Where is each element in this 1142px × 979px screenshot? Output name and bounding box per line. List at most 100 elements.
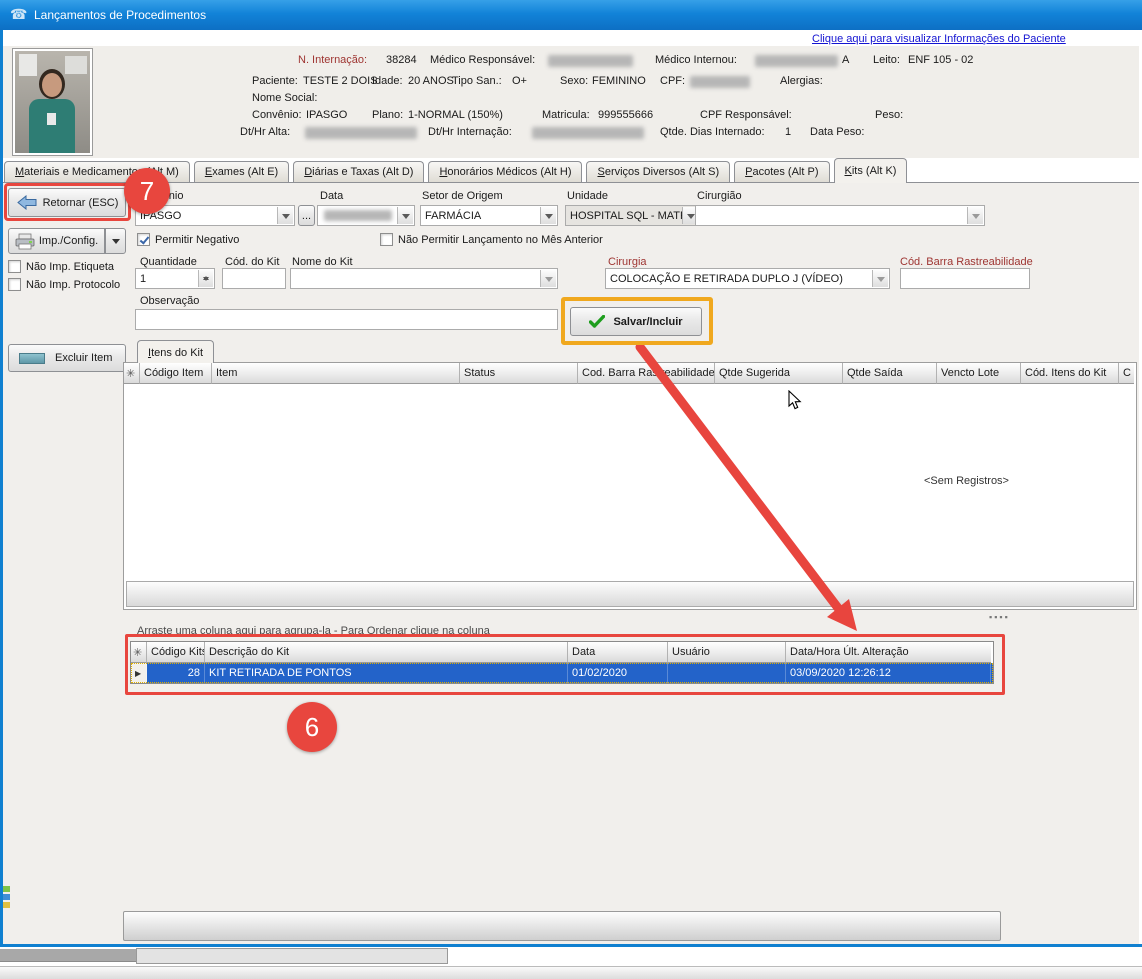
convenio-header-label: Convênio: xyxy=(252,109,302,121)
cpf-value-redacted xyxy=(690,76,750,88)
tab-strip: Materiais e Medicamentos (Alt M) Exames … xyxy=(4,158,1138,183)
desktop-speck xyxy=(3,902,10,908)
chevron-down-icon[interactable] xyxy=(540,270,556,287)
imp-config-dropdown-button[interactable] xyxy=(105,228,126,254)
cirurgia-combobox[interactable]: COLOCAÇÃO E RETIRADA DUPLO J (VÍDEO) xyxy=(605,268,890,289)
paciente-label: Paciente: xyxy=(252,75,298,87)
spinner-buttons[interactable] xyxy=(198,270,213,287)
plano-value: 1-NORMAL (150%) xyxy=(408,109,503,121)
nao-imp-etiqueta-label: Não Imp. Etiqueta xyxy=(26,261,114,273)
medico-responsavel-value-redacted xyxy=(548,55,633,67)
desktop-speck xyxy=(3,886,10,892)
cpf-label: CPF: xyxy=(660,75,685,87)
data-value-redacted xyxy=(324,210,392,221)
sexo-value: FEMININO xyxy=(592,75,646,87)
annotation-circle-6: 6 xyxy=(287,702,337,752)
cirurgia-label: Cirurgia xyxy=(608,256,647,268)
medico-internou-suffix: A xyxy=(842,54,849,66)
printer-icon xyxy=(15,233,35,250)
taskbar-fragment-light xyxy=(136,948,448,964)
column-header-clipped[interactable]: C xyxy=(1119,363,1134,384)
nome-social-label: Nome Social: xyxy=(252,92,317,104)
dthr-alta-value-redacted xyxy=(305,127,417,139)
taskbar-fragment-dark xyxy=(0,949,136,962)
observacao-input[interactable] xyxy=(135,309,558,330)
cirurgiao-label: Cirurgião xyxy=(697,190,742,202)
nao-imp-etiqueta-checkbox[interactable] xyxy=(8,260,21,273)
column-header-vencto-lote[interactable]: Vencto Lote xyxy=(937,363,1021,384)
matricula-value: 999555666 xyxy=(598,109,653,121)
itens-kit-grid-scrollbar[interactable] xyxy=(126,581,1134,607)
column-header-status[interactable]: Status xyxy=(460,363,578,384)
column-header-codigo-item[interactable]: Código Item xyxy=(140,363,212,384)
dthr-internacao-label: Dt/Hr Internação: xyxy=(428,126,512,138)
tab-kits[interactable]: Kits (Alt K) xyxy=(834,158,908,183)
window-title: Lançamentos de Procedimentos xyxy=(34,8,206,22)
setor-origem-combobox[interactable]: FARMÁCIA xyxy=(420,205,558,226)
bottom-scrollbar[interactable] xyxy=(123,911,1001,941)
medico-responsavel-label: Médico Responsável: xyxy=(430,54,535,66)
n-internacao-value: 38284 xyxy=(386,54,417,66)
nome-kit-label: Nome do Kit xyxy=(292,256,353,268)
n-internacao-label: N. Internação: xyxy=(298,54,367,66)
plano-label: Plano: xyxy=(372,109,403,121)
tab-exames[interactable]: Exames (Alt E) xyxy=(194,161,289,183)
patient-photo xyxy=(12,48,93,156)
salvar-incluir-button[interactable]: Salvar/Incluir xyxy=(570,307,702,336)
leito-value: ENF 105 - 02 xyxy=(908,54,973,66)
observacao-label: Observação xyxy=(140,295,199,307)
chevron-down-icon[interactable] xyxy=(872,270,888,287)
column-header-qtde-saida[interactable]: Qtde Saída xyxy=(843,363,937,384)
column-header-qtde-sugerida[interactable]: Qtde Sugerida xyxy=(715,363,843,384)
nao-permitir-mes-anterior-checkbox[interactable] xyxy=(380,233,393,246)
cpf-responsavel-label: CPF Responsável: xyxy=(700,109,792,121)
app-icon: ☎ xyxy=(10,6,28,24)
chevron-down-icon xyxy=(112,239,120,248)
column-header-cod-itens-kit[interactable]: Cód. Itens do Kit xyxy=(1021,363,1119,384)
excluir-item-icon xyxy=(19,353,45,364)
imp-config-button[interactable]: Imp./Config. xyxy=(8,228,105,254)
tipo-san-value: O+ xyxy=(512,75,527,87)
chevron-down-icon[interactable] xyxy=(397,207,413,224)
nao-imp-protocolo-checkbox[interactable] xyxy=(8,278,21,291)
dthr-internacao-value-redacted xyxy=(532,127,644,139)
chevron-down-icon[interactable] xyxy=(540,207,556,224)
alergias-label: Alergias: xyxy=(780,75,823,87)
row-indicator-header: ✳ xyxy=(124,363,140,384)
check-icon xyxy=(589,315,605,328)
data-combobox[interactable] xyxy=(317,205,415,226)
column-header-item[interactable]: Item xyxy=(212,363,460,384)
itens-kit-grid-header: ✳ Código Item Item Status Cod. Barra Ras… xyxy=(124,363,1136,384)
tab-pacotes[interactable]: Pacotes (Alt P) xyxy=(734,161,829,183)
convenio-browse-button[interactable]: ... xyxy=(298,205,315,226)
nao-permitir-mes-anterior-label: Não Permitir Lançamento no Mês Anterior xyxy=(398,234,603,246)
tab-diarias-taxas[interactable]: Diárias e Taxas (Alt D) xyxy=(293,161,424,183)
empty-grid-message: <Sem Registros> xyxy=(924,475,1009,487)
tab-honorarios-medicos[interactable]: Honorários Médicos (Alt H) xyxy=(428,161,582,183)
chevron-down-icon[interactable] xyxy=(967,207,983,224)
patient-info-link[interactable]: Clique aqui para visualizar Informações … xyxy=(812,33,1066,45)
nome-kit-combobox[interactable] xyxy=(290,268,558,289)
cod-barra-input[interactable] xyxy=(900,268,1030,289)
splitter-grip[interactable]: ▪▪▪▪ xyxy=(989,612,1010,622)
column-header-cod-barra[interactable]: Cod. Barra Rastreabilidade xyxy=(578,363,715,384)
permitir-negativo-checkbox[interactable] xyxy=(137,233,150,246)
annotation-box-kits-grid xyxy=(125,634,1005,695)
cirurgiao-combobox[interactable] xyxy=(695,205,985,226)
app-window: ☎ Lançamentos de Procedimentos Clique aq… xyxy=(0,0,1142,979)
sexo-label: Sexo: xyxy=(560,75,588,87)
tab-servicos-diversos[interactable]: Serviços Diversos (Alt S) xyxy=(586,161,730,183)
data-peso-label: Data Peso: xyxy=(810,126,864,138)
convenio-header-value: IPASGO xyxy=(306,109,347,121)
idade-value: 20 ANOS xyxy=(408,75,454,87)
leito-label: Leito: xyxy=(873,54,900,66)
tab-itens-do-kit[interactable]: Itens do Kit xyxy=(137,340,214,363)
desktop-speck xyxy=(3,894,10,900)
medico-internou-value-redacted xyxy=(755,55,838,67)
chevron-down-icon[interactable] xyxy=(277,207,293,224)
paciente-value: TESTE 2 DOIS xyxy=(303,75,378,87)
excluir-item-button[interactable]: Excluir Item xyxy=(8,344,126,372)
quantidade-label: Quantidade xyxy=(140,256,197,268)
quantidade-stepper[interactable]: 1 xyxy=(135,268,215,289)
cod-kit-input[interactable] xyxy=(222,268,286,289)
